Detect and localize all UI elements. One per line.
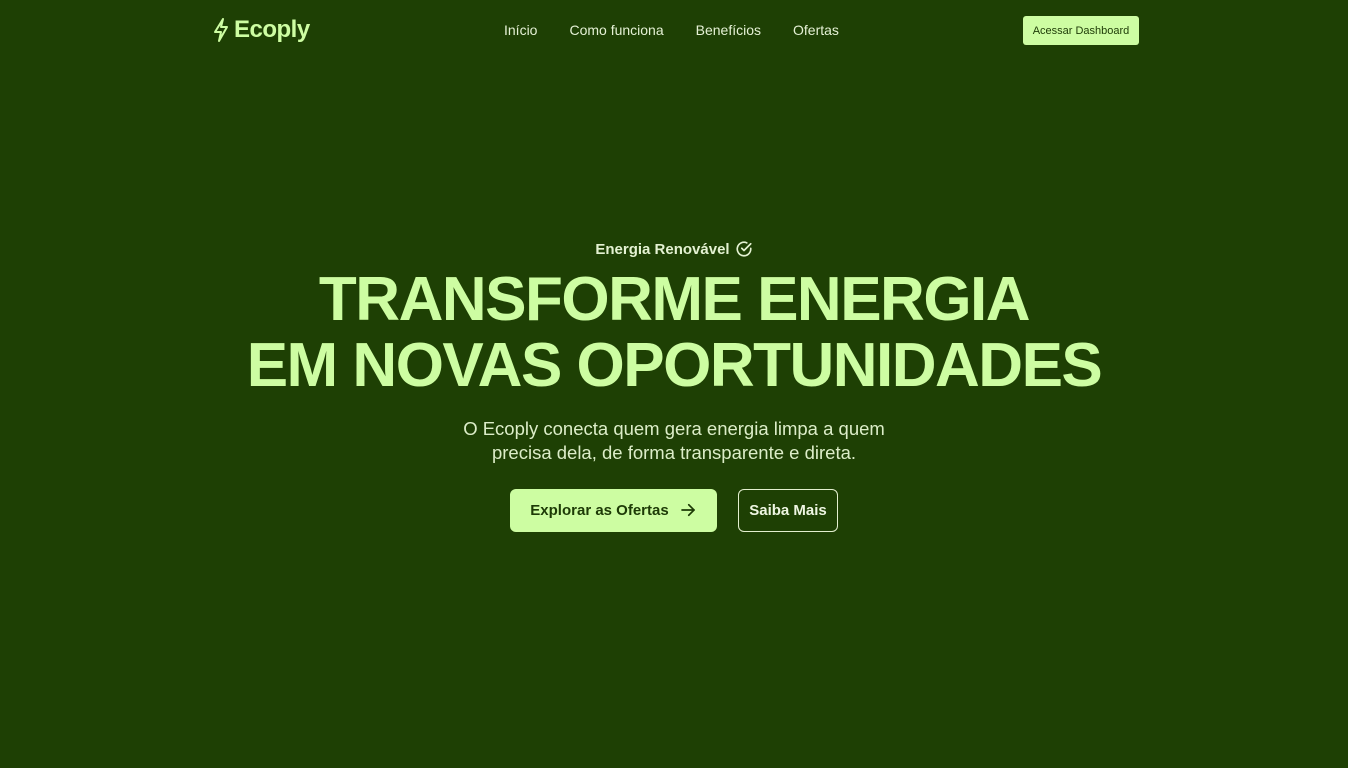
brand-name: Ecoply: [234, 16, 310, 43]
logo[interactable]: Ecoply: [212, 16, 310, 44]
hero-headline: TRANSFORME ENERGIA EM NOVAS OPORTUNIDADE…: [0, 264, 1348, 400]
learn-more-button[interactable]: Saiba Mais: [738, 488, 838, 532]
check-circle-icon: [735, 240, 753, 258]
eyebrow-label: Energia Renovável: [595, 240, 730, 258]
headline-line-1: TRANSFORME ENERGIA: [318, 264, 1031, 334]
hero-cta-row: Explorar as Ofertas Saiba Mais: [0, 488, 1348, 532]
hero-subtitle: O Ecoply conecta quem gera energia limpa…: [463, 417, 885, 463]
dashboard-button[interactable]: Acessar Dashboard: [1023, 16, 1139, 45]
nav-item-ofertas[interactable]: Ofertas: [793, 22, 839, 38]
lightning-bolt-icon: [212, 17, 230, 43]
main-nav: Início Como funciona Benefícios Ofertas: [504, 22, 839, 38]
explore-offers-button[interactable]: Explorar as Ofertas: [510, 488, 717, 532]
nav-item-beneficios[interactable]: Benefícios: [696, 22, 761, 38]
arrow-right-icon: [679, 501, 697, 519]
site-header: Ecoply Início Como funciona Benefícios O…: [0, 0, 1348, 62]
nav-item-inicio[interactable]: Início: [504, 22, 537, 38]
explore-offers-label: Explorar as Ofertas: [530, 501, 669, 519]
hero-section: Energia Renovável TRANSFORME ENERGIA EM …: [0, 240, 1348, 532]
headline-line-2: EM NOVAS OPORTUNIDADES: [246, 330, 1103, 400]
nav-item-como-funciona[interactable]: Como funciona: [569, 22, 663, 38]
landing-page: Ecoply Início Como funciona Benefícios O…: [0, 0, 1348, 768]
hero-eyebrow: Energia Renovável: [595, 240, 752, 258]
